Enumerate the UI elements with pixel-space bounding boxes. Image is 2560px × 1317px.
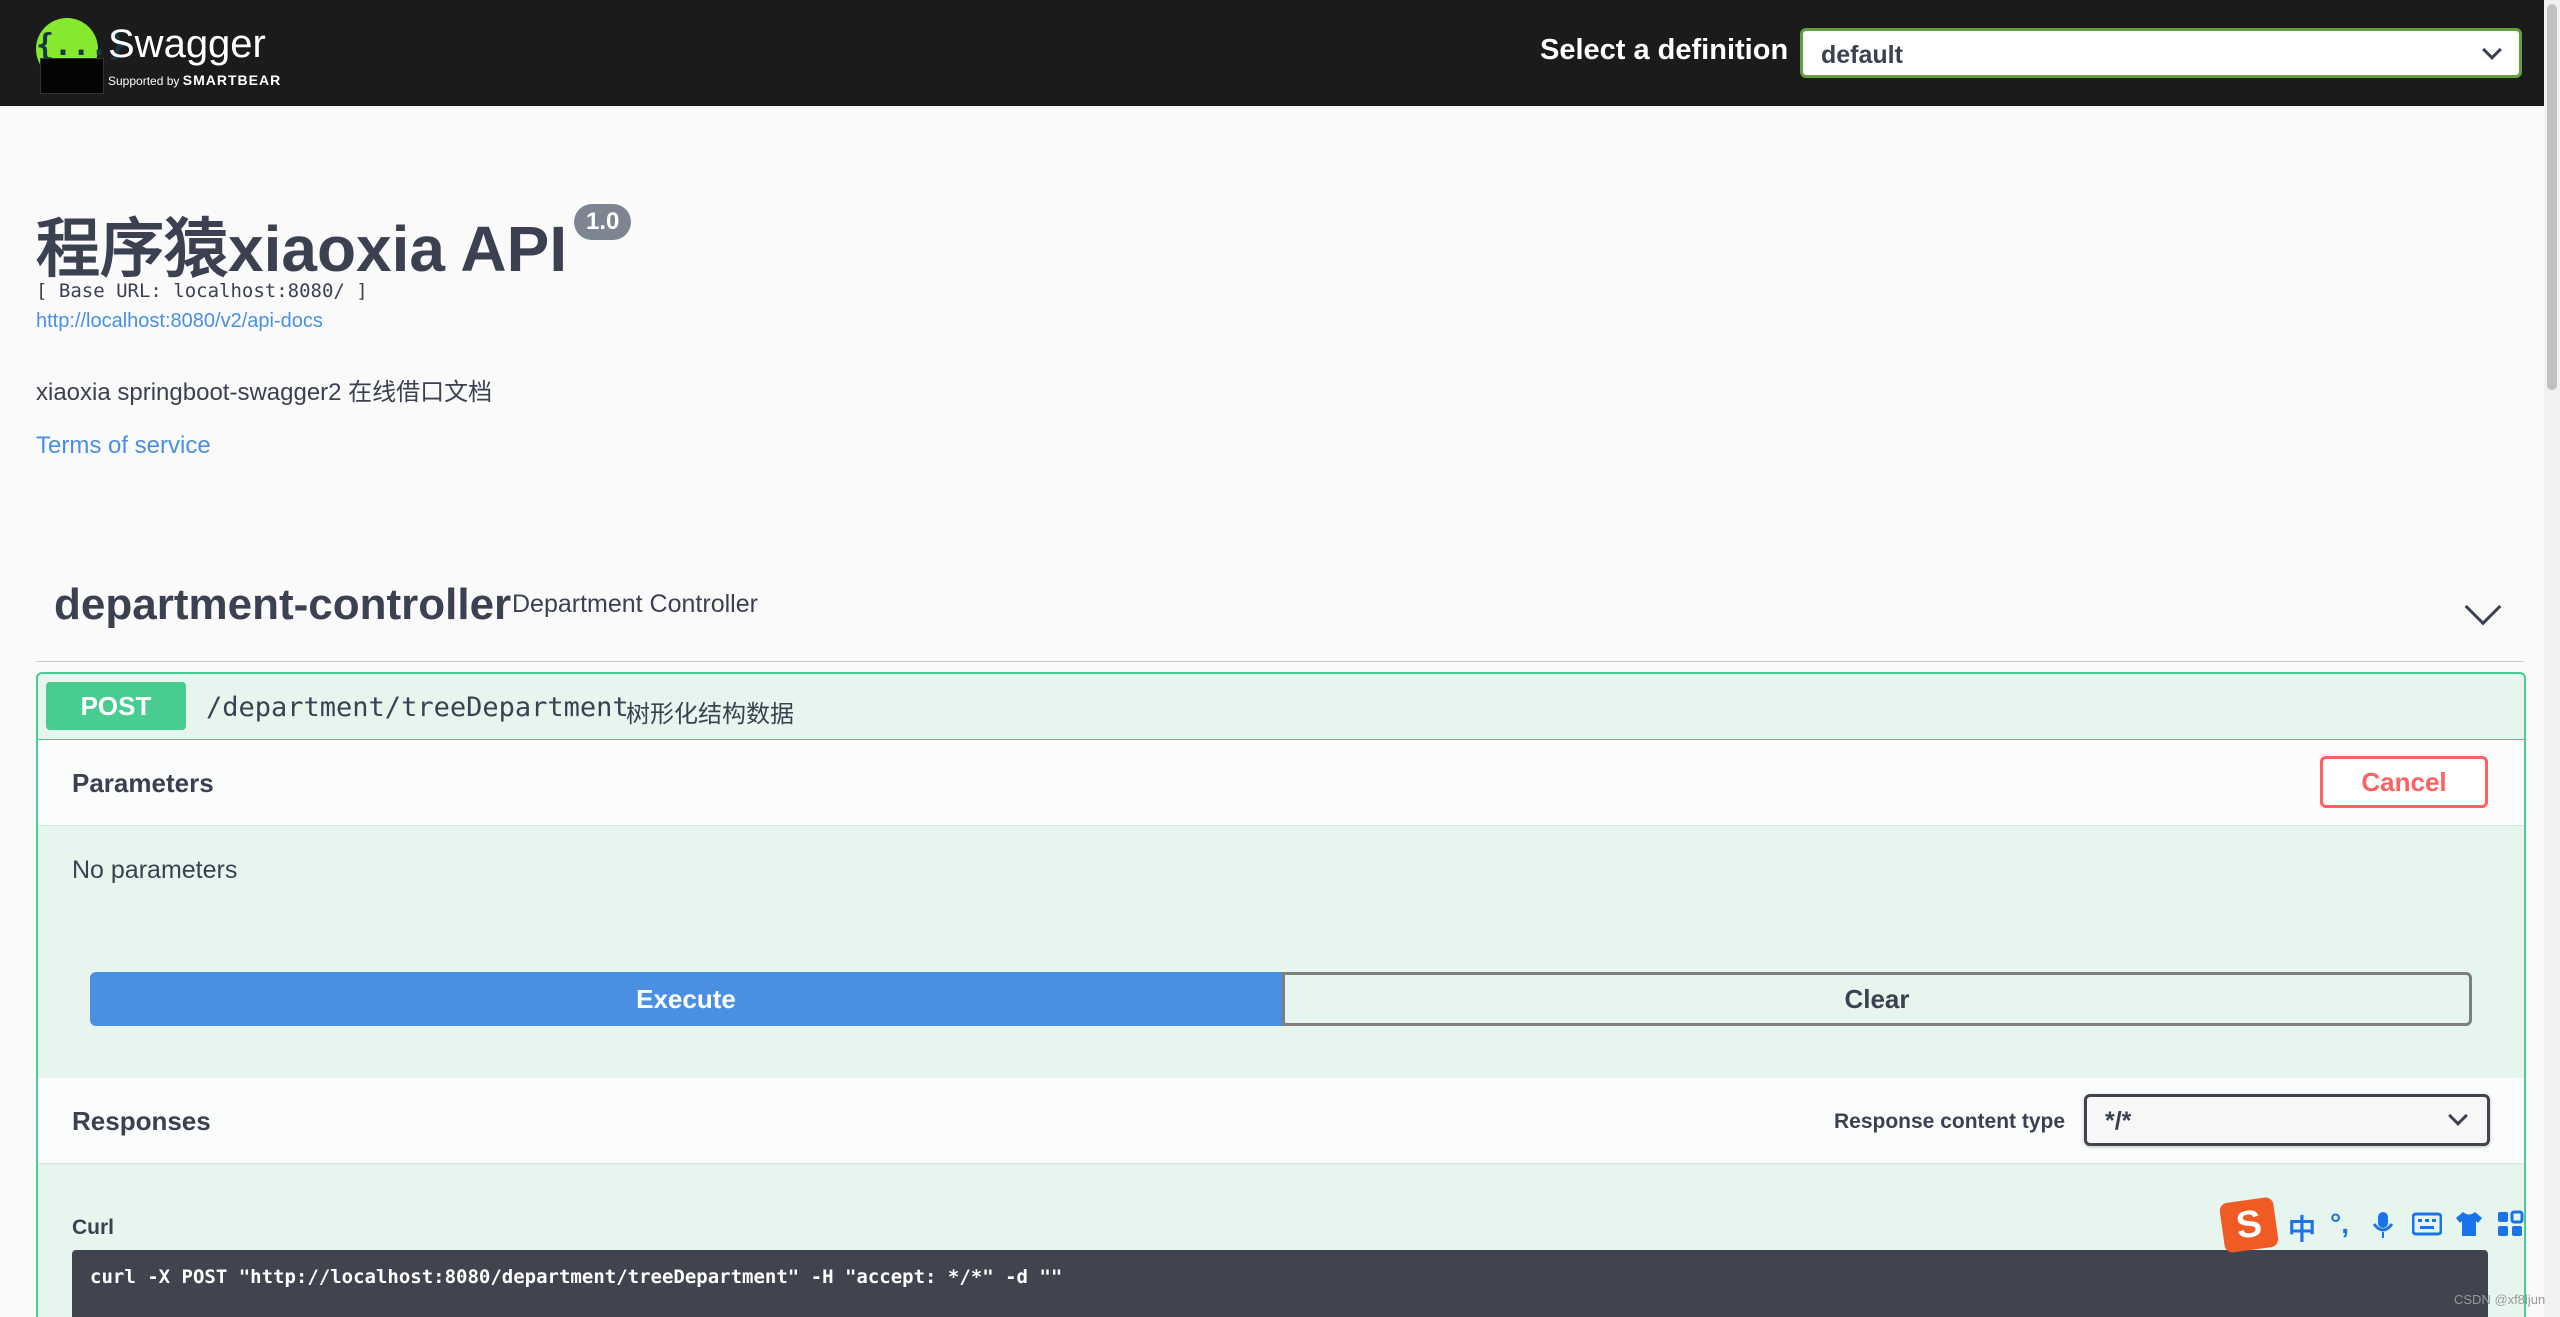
execute-wrapper: Execute Clear [90,972,2472,1026]
response-content-type-label: Response content type [1834,1110,2066,1133]
chevron-down-icon[interactable] [2464,588,2502,626]
logo-subtitle: Supported by SMARTBEAR [108,72,281,88]
execute-button[interactable]: Execute [90,972,1282,1026]
logo-sub-brand: SMARTBEAR [182,72,282,88]
logo-text: Swagger [108,22,266,66]
tag-name: department-controller [54,580,512,629]
version-badge: 1.0 [574,204,632,240]
curl-command-box[interactable]: curl -X POST "http://localhost:8080/depa… [72,1250,2488,1317]
chinese-mode-toggle[interactable]: 中 [2288,1208,2316,1248]
cancel-button[interactable]: Cancel [2320,756,2488,808]
parameters-header: Parameters Cancel [38,740,2524,826]
operation-block: POST /department/treeDepartment 树形化结构数据 … [36,672,2526,1317]
punctuation-toggle[interactable]: °, [2330,1208,2349,1240]
base-url: [ Base URL: localhost:8080/ ] [36,280,368,302]
tag-header[interactable]: department-controller Department Control… [36,568,2524,662]
operation-summary[interactable]: POST /department/treeDepartment 树形化结构数据 [38,674,2524,740]
scrollbar-thumb[interactable] [2547,4,2557,390]
definition-select-value: default [1821,41,1903,69]
definition-select[interactable]: default [1800,28,2522,78]
shirt-icon[interactable] [2454,1210,2484,1238]
parameters-label: Parameters [72,768,214,798]
ime-toolbar[interactable]: S 中 °, [2218,1196,2532,1254]
curl-label: Curl [72,1216,114,1239]
chevron-down-icon [2482,40,2502,60]
logo-sub-prefix: Supported by [108,74,180,88]
mic-icon[interactable] [2372,1210,2394,1240]
swagger-logo[interactable]: {...} Swagger Supported by SMARTBEAR [36,18,296,94]
api-description: xiaoxia springboot-swagger2 在线借口文档 [36,379,493,406]
responses-label: Responses [72,1106,211,1136]
clear-button[interactable]: Clear [1282,972,2472,1026]
keyboard-icon[interactable] [2412,1212,2442,1236]
sogou-logo-icon[interactable]: S [2218,1196,2280,1254]
tag-description: Department Controller [512,590,758,618]
scrollbar[interactable] [2544,0,2560,1317]
response-content-type-value: */* [2105,1107,2132,1135]
terms-of-service-link[interactable]: Terms of service [36,432,211,460]
no-parameters-text: No parameters [72,856,238,884]
responses-header: Responses Response content type */* [38,1078,2524,1164]
curl-command: curl -X POST "http://localhost:8080/depa… [90,1266,1063,1288]
method-badge: POST [46,682,186,730]
response-content-type-select[interactable]: */* [2084,1094,2490,1146]
operation-summary-text: 树形化结构数据 [626,701,794,728]
chevron-down-icon [2448,1106,2468,1126]
grid-icon[interactable] [2496,1210,2524,1238]
definition-label: Select a definition [1540,34,1789,66]
redaction-block [40,58,104,94]
topbar: {...} Swagger Supported by SMARTBEAR Sel… [0,0,2560,106]
api-docs-link[interactable]: http://localhost:8080/v2/api-docs [36,310,323,333]
api-title: 程序猿xiaoxia API [36,213,568,285]
watermark: CSDN @xf8ljun [2454,1292,2546,1307]
operation-path: /department/treeDepartment [206,692,629,723]
